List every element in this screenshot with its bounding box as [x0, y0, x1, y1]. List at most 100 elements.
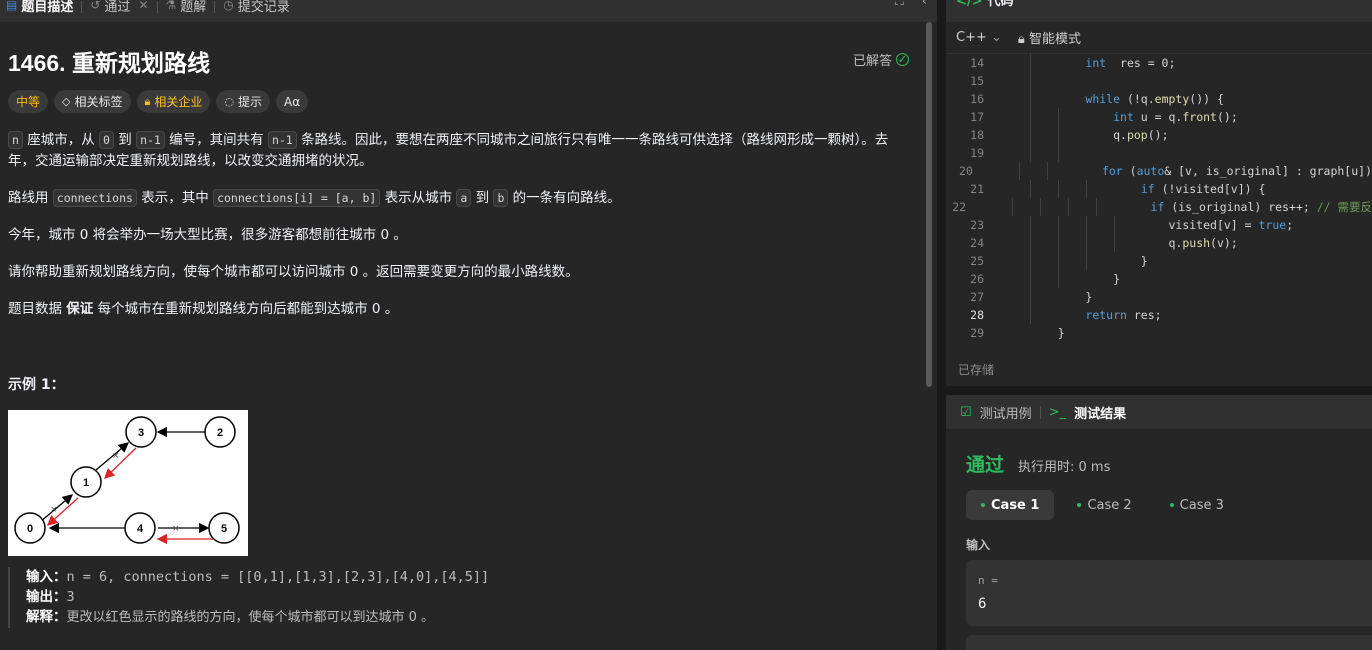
example-input-label: 输入：	[26, 569, 67, 585]
line-number: 15	[970, 74, 984, 88]
code-token: for	[1101, 164, 1123, 178]
code-line[interactable]: 28 return res;	[946, 306, 1372, 324]
hint-label: 提示	[237, 95, 262, 109]
problem-panel: ▤ 题目描述 ↺ 通过 ✕ ⚗ 题解 ◷ 提交记录 ⛶ ‹ 1466. 重新规划…	[0, 0, 937, 650]
example-explain-label: 解释：	[26, 609, 67, 625]
inline-code: n-1	[136, 131, 165, 149]
smart-mode-toggle[interactable]: 🔒︎ 智能模式	[1018, 28, 1081, 47]
desc-paragraph: 请你帮助重新规划路线方向，使每个城市都可以访问城市 0 。返回需要变更方向的最小…	[8, 264, 579, 280]
code-token: }	[1113, 272, 1121, 286]
code-token: // 需要反	[1316, 200, 1372, 214]
tab-submissions[interactable]: ◷ 提交记录	[217, 0, 296, 16]
code-line[interactable]: 15	[946, 72, 1372, 90]
tab-submissions-label: 提交记录	[237, 0, 290, 15]
inline-code: a	[456, 189, 472, 207]
scrollbar[interactable]	[925, 22, 933, 650]
desc-text: 表示，其中	[136, 190, 214, 206]
inline-code: connections[i] = [a, b]	[213, 189, 381, 207]
code-line[interactable]: 19	[946, 144, 1372, 162]
code-line[interactable]: 26 }	[946, 270, 1372, 288]
collapse-icon[interactable]: ‹	[922, 0, 927, 9]
related-tags-label: 相关标签	[74, 95, 123, 109]
code-text: if (!visited[v]) {	[984, 180, 1265, 198]
example-input-value: n = 6, connections = [[0,1],[1,3],[2,3],…	[66, 569, 490, 585]
left-tabbar: ▤ 题目描述 ↺ 通过 ✕ ⚗ 题解 ◷ 提交记录 ⛶ ‹	[0, 0, 937, 22]
code-line[interactable]: 25 }	[946, 252, 1372, 270]
case-tab-1[interactable]: Case 1	[966, 490, 1055, 520]
code-area[interactable]: 14 int res = 0; 15 16 while (!q.empty()) …	[946, 54, 1372, 342]
tab-test-results[interactable]: 测试结果	[1074, 403, 1126, 422]
tab-description-label: 题目描述	[21, 0, 74, 15]
inline-code: n-1	[267, 131, 297, 149]
example-explanation: 解释：更改以红色显示的路线的方向，使每个城市都可以到达城市 0 。	[26, 607, 489, 628]
code-token: & [v, is_original] : graph[u])	[1164, 164, 1372, 178]
code-token: empty	[1154, 92, 1190, 106]
test-panel: ☑ 测试用例 >_ 测试结果 通过 执行用时: 0 ms Case 1 Case…	[946, 395, 1372, 650]
code-text	[984, 72, 1085, 90]
desc-text: 到	[113, 132, 137, 148]
tab-divider	[1039, 405, 1041, 419]
code-line[interactable]: 23 visited[v] = true;	[946, 216, 1372, 234]
case-tab-label: Case 2	[1087, 497, 1132, 513]
code-token: if	[1140, 182, 1155, 196]
tab-accepted-label: 通过	[104, 0, 131, 15]
code-line[interactable]: 21 if (!visited[v]) {	[946, 180, 1372, 198]
tag-icon: ◇	[62, 95, 71, 108]
code-editor-panel: </>代码 C++ 🔒︎ 智能模式 14 int res = 0;15 16 w…	[946, 0, 1372, 386]
code-line[interactable]: 17 int u = q.front();	[946, 108, 1372, 126]
line-number: 20	[958, 164, 973, 178]
code-line[interactable]: 29 }	[946, 324, 1372, 342]
code-line[interactable]: 16 while (!q.empty()) {	[946, 90, 1372, 108]
companies-button[interactable]: 🔒︎ 相关企业	[136, 90, 211, 113]
difficulty-badge: 中等	[8, 90, 49, 113]
desc-paragraph: 题目数据 保证 每个城市在重新规划路线方向后都能到达城市 0 。	[8, 299, 913, 320]
tab-divider	[81, 1, 83, 13]
code-line[interactable]: 27 }	[946, 288, 1372, 306]
hint-button[interactable]: ◌ 提示	[216, 90, 270, 113]
example-input: 输入：n = 6, connections = [[0,1],[1,3],[2,…	[26, 567, 489, 587]
input-box	[966, 635, 1372, 650]
tab-solutions[interactable]: ⚗ 题解	[160, 0, 213, 16]
code-line[interactable]: 24 q.push(v);	[946, 234, 1372, 252]
code-token: (!q.	[1120, 92, 1155, 106]
code-token: ();	[1216, 110, 1238, 124]
companies-label: 相关企业	[154, 95, 203, 109]
example-output-label: 输出：	[26, 589, 67, 605]
code-token: u = q.	[1133, 110, 1183, 124]
code-line[interactable]: 14 int res = 0;	[946, 54, 1372, 72]
scrollbar-thumb[interactable]	[926, 22, 932, 387]
code-token: (	[1122, 164, 1137, 178]
line-number: 14	[970, 56, 984, 70]
line-number: 27	[970, 290, 984, 304]
document-icon: ▤	[6, 0, 18, 12]
close-icon[interactable]: ✕	[138, 0, 148, 12]
case-tab-2[interactable]: Case 2	[1062, 490, 1146, 520]
code-token: q.	[1113, 128, 1127, 142]
code-text: visited[v] = true;	[984, 216, 1293, 234]
smart-mode-label: 智能模式	[1028, 32, 1081, 47]
code-line[interactable]: 18 q.pop();	[946, 126, 1372, 144]
fullscreen-icon[interactable]: ⛶	[895, 0, 904, 9]
desc-paragraph: 路线用 connections 表示，其中 connections[i] = […	[8, 188, 913, 209]
translate-button[interactable]: Aα	[276, 90, 309, 113]
tab-testcases[interactable]: 测试用例	[980, 403, 1032, 422]
history-icon: ↺	[90, 0, 101, 12]
related-tags-button[interactable]: ◇ 相关标签	[54, 90, 131, 113]
tab-accepted[interactable]: ↺ 通过 ✕	[84, 0, 154, 16]
code-token: auto	[1136, 164, 1165, 178]
desc-bold: 保证	[66, 301, 94, 317]
tab-description[interactable]: ▤ 题目描述	[0, 0, 79, 16]
input-box: n = 6	[966, 560, 1372, 626]
code-text: }	[984, 252, 1148, 270]
language-select[interactable]: C++	[956, 30, 1002, 45]
problem-description: n 座城市，从 0 到 n-1 编号，其间共有 n-1 条路线。因此，要想在两座…	[8, 130, 913, 336]
case-tab-3[interactable]: Case 3	[1155, 490, 1239, 520]
inline-code: 0	[99, 131, 114, 149]
code-token: return	[1085, 308, 1127, 322]
desc-text: 每个城市在重新规划路线方向后都能到达城市 0 。	[93, 301, 399, 317]
code-line[interactable]: 20 for (auto& [v, is_original] : graph[u…	[946, 162, 1372, 180]
code-line[interactable]: 22 if (is_original) res++; // 需要反	[946, 198, 1372, 216]
result-summary: 通过 执行用时: 0 ms	[966, 450, 1110, 477]
code-text: q.push(v);	[984, 234, 1238, 252]
desc-text: 编号，其间共有	[164, 132, 268, 148]
